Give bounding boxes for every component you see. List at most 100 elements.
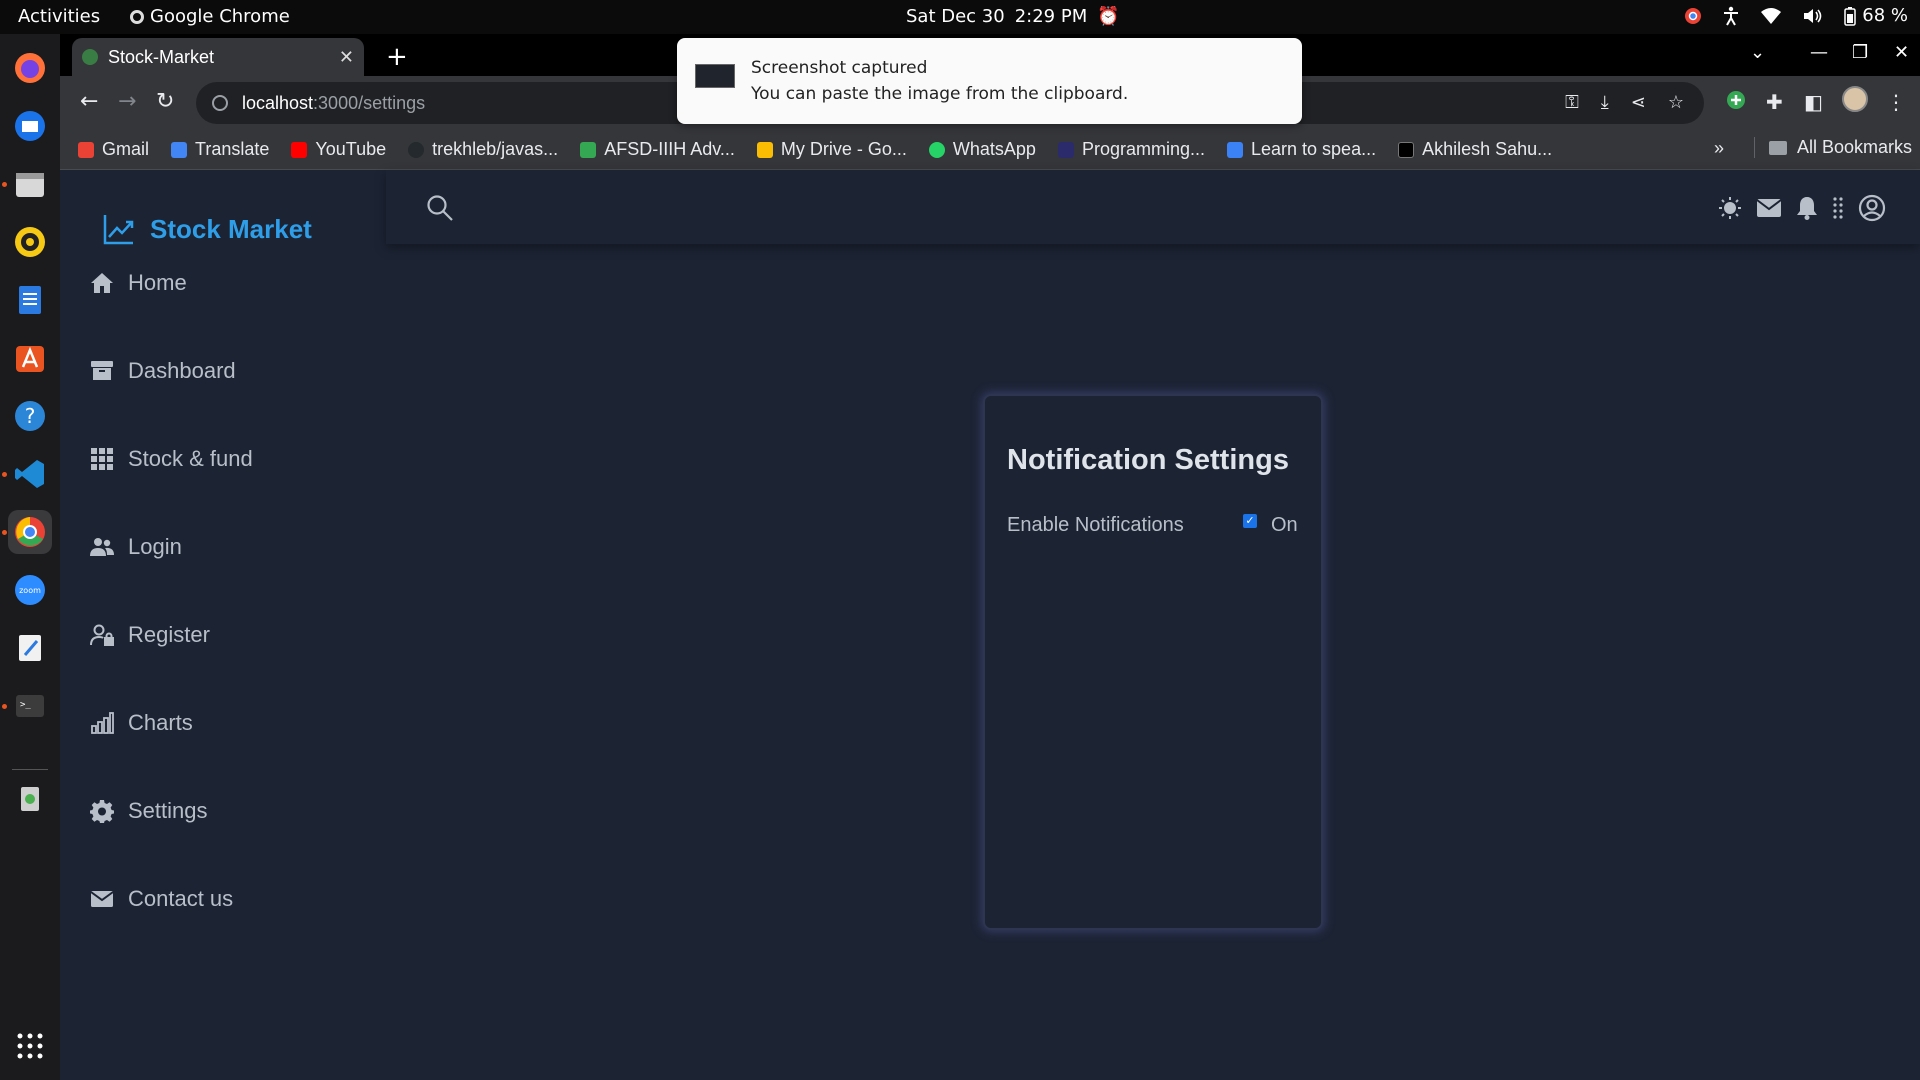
system-tray[interactable]: 68 % <box>1684 5 1908 26</box>
thunderbird-icon[interactable] <box>8 104 52 148</box>
bookmark-item[interactable]: AFSD-IIIH Adv... <box>580 139 735 160</box>
activities-button[interactable]: Activities <box>18 6 100 27</box>
show-apps-icon[interactable] <box>8 1024 52 1068</box>
brand-name: Stock Market <box>150 213 312 244</box>
users-icon <box>90 538 114 556</box>
profile-avatar[interactable] <box>1842 86 1868 117</box>
mail-icon[interactable] <box>1756 198 1782 223</box>
writer-icon[interactable] <box>8 278 52 322</box>
sidebar-item-stock-fund[interactable]: Stock & fund <box>90 446 253 472</box>
sidebar-item-login[interactable]: Login <box>90 534 182 560</box>
password-key-icon[interactable]: ⚿ <box>1565 92 1579 113</box>
notification-body: You can paste the image from the clipboa… <box>751 84 1129 104</box>
bookmark-item[interactable]: Akhilesh Sahu... <box>1398 139 1552 160</box>
minimize-icon[interactable]: — <box>1810 42 1828 63</box>
sidebar-item-label: Charts <box>128 710 193 735</box>
bookmark-item[interactable]: Gmail <box>78 139 149 160</box>
clock[interactable]: Sat Dec 30 2:29 PM ⏰ <box>906 6 1120 27</box>
restore-icon[interactable]: ❐ <box>1852 42 1868 63</box>
forward-icon[interactable]: → <box>118 89 136 114</box>
back-icon[interactable]: ← <box>80 89 98 114</box>
whatsapp-icon <box>928 141 945 158</box>
sidebar-item-home[interactable]: Home <box>90 270 187 296</box>
chrome-dock-icon[interactable] <box>8 510 52 554</box>
bookmark-item[interactable]: Learn to spea... <box>1227 139 1376 160</box>
programming-icon <box>1057 141 1074 158</box>
brand-logo[interactable]: Stock Market <box>102 212 312 246</box>
sidebar-item-charts[interactable]: Charts <box>90 710 193 736</box>
bookmark-item[interactable]: My Drive - Go... <box>756 139 907 160</box>
sidebar-item-label: Dashboard <box>128 358 236 383</box>
rhythmbox-icon[interactable] <box>8 220 52 264</box>
apps-dots-icon[interactable] <box>1832 196 1844 225</box>
chrome-tray-icon[interactable] <box>1684 7 1702 25</box>
terminal-icon[interactable]: >_ <box>8 684 52 728</box>
sidebar-item-register[interactable]: Register <box>90 622 210 648</box>
app-header <box>386 170 1920 244</box>
bookmark-item[interactable]: Programming... <box>1057 139 1205 160</box>
user-circle-icon[interactable] <box>1858 194 1886 227</box>
archive-icon <box>91 361 113 380</box>
sidebar-item-settings[interactable]: Settings <box>90 798 208 824</box>
tab-search-icon[interactable]: ⌄ <box>1750 42 1765 63</box>
enable-notifications-checkbox[interactable]: ✓ <box>1243 514 1257 528</box>
sidebar-item-label: Stock & fund <box>128 446 253 471</box>
site-info-icon[interactable] <box>212 95 228 111</box>
bookmark-item[interactable]: Translate <box>171 139 269 160</box>
folder-icon <box>1769 140 1787 155</box>
side-panel-icon[interactable]: ◧ <box>1804 90 1823 114</box>
date-label: Sat Dec 30 <box>906 6 1005 27</box>
app-menu[interactable]: Google Chrome <box>130 6 290 27</box>
sidebar-item-label: Home <box>128 270 187 295</box>
volume-icon[interactable] <box>1802 7 1824 25</box>
zoom-icon[interactable]: zoom <box>8 568 52 612</box>
install-icon[interactable]: ⤓ <box>1601 92 1609 113</box>
wifi-icon[interactable] <box>1760 7 1782 25</box>
tab-close-icon[interactable]: ✕ <box>339 47 354 68</box>
translate-icon <box>171 141 188 158</box>
user-lock-icon <box>90 624 114 646</box>
extension-add-icon[interactable] <box>1726 90 1746 115</box>
accessibility-icon[interactable] <box>1722 6 1740 26</box>
software-center-icon[interactable] <box>8 336 52 380</box>
svg-text:zoom: zoom <box>19 586 41 595</box>
envelope-icon <box>90 891 114 907</box>
battery-percent: 68 % <box>1862 5 1908 26</box>
notifications-state-label: On <box>1271 514 1298 536</box>
chrome-menu-icon[interactable]: ⋮ <box>1886 90 1906 114</box>
share-icon[interactable]: ⋖ <box>1631 92 1646 113</box>
vscode-icon[interactable] <box>8 452 52 496</box>
grid-icon <box>91 448 113 470</box>
bookmark-star-icon[interactable]: ☆ <box>1668 92 1684 113</box>
sun-icon[interactable] <box>1718 196 1742 225</box>
learn-icon <box>1227 141 1243 158</box>
bell-icon[interactable] <box>1796 196 1818 225</box>
bar-chart-icon <box>91 712 114 734</box>
text-editor-icon[interactable] <box>8 626 52 670</box>
screenshot-notification[interactable]: Screenshot captured You can paste the im… <box>677 38 1302 124</box>
bookmark-item[interactable]: WhatsApp <box>928 139 1036 160</box>
more-bookmarks-button[interactable]: » <box>1714 138 1724 159</box>
battery-indicator[interactable]: 68 % <box>1844 5 1908 26</box>
window-close-icon[interactable]: ✕ <box>1894 42 1909 63</box>
bookmark-item[interactable]: trekhleb/javas... <box>408 139 558 160</box>
reload-icon[interactable]: ↻ <box>156 89 174 114</box>
tab-stock-market[interactable]: Stock-Market ✕ <box>72 38 364 76</box>
firefox-icon[interactable] <box>8 46 52 90</box>
bookmark-item[interactable]: YouTube <box>291 139 386 160</box>
app-menu-label: Google Chrome <box>150 6 290 27</box>
svg-text:>_: >_ <box>20 700 31 710</box>
favicon-icon <box>82 49 98 65</box>
trash-icon[interactable] <box>8 776 52 820</box>
sidebar-item-dashboard[interactable]: Dashboard <box>90 358 236 384</box>
system-top-bar: Activities Google Chrome Sat Dec 30 2:29… <box>0 0 1920 34</box>
all-bookmarks-button[interactable]: All Bookmarks <box>1754 137 1912 158</box>
help-icon[interactable]: ? <box>8 394 52 438</box>
url-path: :3000/settings <box>313 92 426 113</box>
search-icon[interactable] <box>426 194 454 227</box>
sidebar-item-contact[interactable]: Contact us <box>90 886 233 912</box>
new-tab-button[interactable]: + <box>386 42 408 72</box>
screenshot-thumbnail <box>695 64 735 88</box>
extensions-puzzle-icon[interactable]: ✚ <box>1766 90 1783 114</box>
files-icon[interactable] <box>8 162 52 206</box>
